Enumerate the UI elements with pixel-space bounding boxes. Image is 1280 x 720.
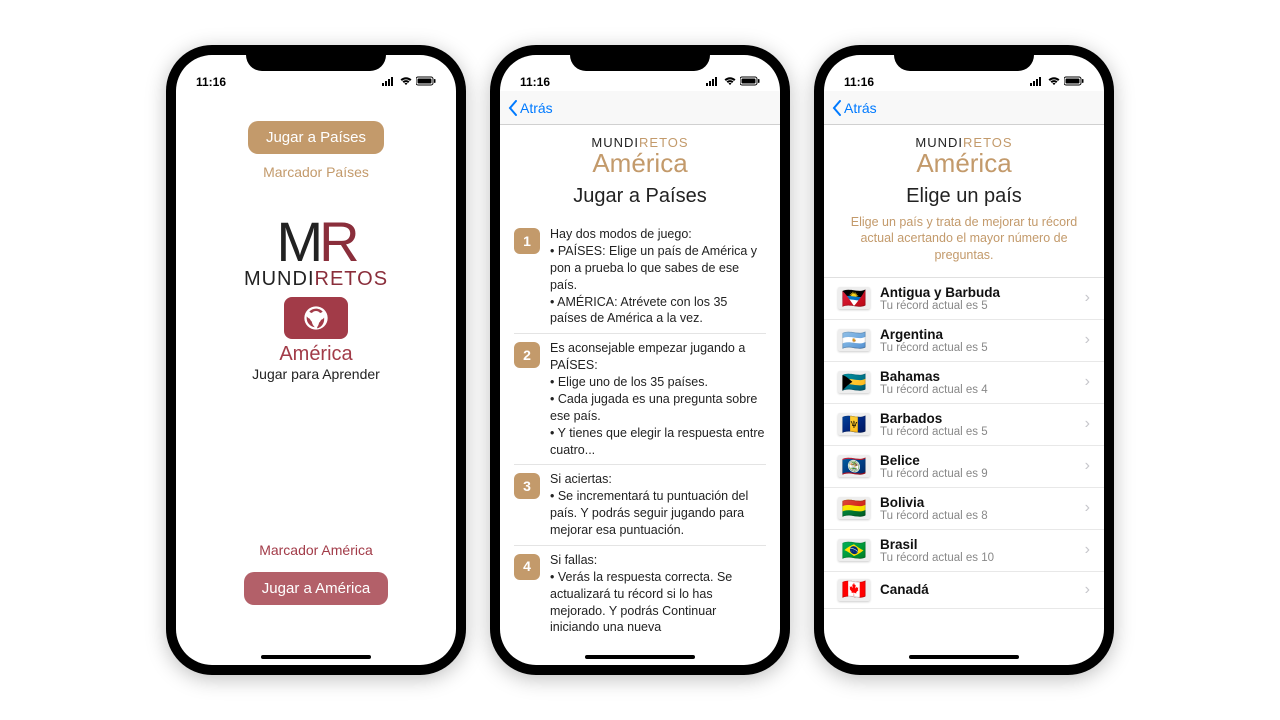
rule-text: Es aconsejable empezar jugando a PAÍSES:…: [550, 340, 766, 458]
phone-home: 11:16 Jugar a Países Marcador Países MR …: [166, 45, 466, 675]
play-countries-button[interactable]: Jugar a Países: [248, 121, 384, 154]
home-indicator: [909, 655, 1019, 659]
phone-rules: 11:16 Atrás MUNDIRETOS América Jugar a P…: [490, 45, 790, 675]
wifi-icon: [1047, 75, 1061, 89]
chevron-right-icon: ›: [1085, 373, 1090, 391]
chevron-left-icon: [832, 100, 842, 116]
country-record: Tu récord actual es 5: [880, 426, 1075, 438]
wifi-icon: [399, 75, 413, 89]
back-label: Atrás: [844, 100, 877, 116]
rule-text: Si aciertas: • Se incrementará tu puntua…: [550, 471, 766, 539]
country-row[interactable]: 🇧🇴 BoliviaTu récord actual es 8 ›: [824, 488, 1104, 530]
rule-number: 4: [514, 554, 540, 580]
country-record: Tu récord actual es 5: [880, 342, 1075, 354]
score-countries-link[interactable]: Marcador Países: [263, 164, 369, 180]
play-america-button[interactable]: Jugar a América: [244, 572, 388, 605]
chevron-right-icon: ›: [1085, 289, 1090, 307]
country-name: Antigua y Barbuda: [880, 285, 1075, 300]
back-label: Atrás: [520, 100, 553, 116]
score-america-link[interactable]: Marcador América: [259, 542, 373, 558]
country-name: Bahamas: [880, 369, 1075, 384]
country-name: Belice: [880, 453, 1075, 468]
signal-icon: [706, 75, 720, 89]
rule-number: 2: [514, 342, 540, 368]
country-name: Brasil: [880, 537, 1075, 552]
rule-number: 1: [514, 228, 540, 254]
status-time: 11:16: [844, 75, 874, 89]
flag-icon: 🇧🇷: [838, 539, 870, 561]
flag-icon: 🇧🇴: [838, 497, 870, 519]
country-row[interactable]: 🇨🇦 Canadá ›: [824, 572, 1104, 609]
battery-icon: [416, 75, 436, 89]
rule-number: 3: [514, 473, 540, 499]
battery-icon: [740, 75, 760, 89]
rule-text: Hay dos modos de juego: • PAÍSES: Elige …: [550, 226, 766, 327]
country-name: Canadá: [880, 582, 1075, 597]
rule-item: 2 Es aconsejable empezar jugando a PAÍSES…: [514, 333, 766, 464]
globe-icon: [284, 297, 348, 339]
flag-icon: 🇧🇿: [838, 455, 870, 477]
back-button[interactable]: Atrás: [832, 100, 877, 116]
status-time: 11:16: [196, 75, 226, 89]
status-time: 11:16: [520, 75, 550, 89]
flag-icon: 🇦🇬: [838, 287, 870, 309]
logo-tagline: Jugar para Aprender: [252, 366, 380, 382]
country-record: Tu récord actual es 9: [880, 468, 1075, 480]
country-row[interactable]: 🇧🇷 BrasilTu récord actual es 10 ›: [824, 530, 1104, 572]
home-indicator: [261, 655, 371, 659]
signal-icon: [382, 75, 396, 89]
chevron-left-icon: [508, 100, 518, 116]
logo-wordmark: MUNDIRETOS: [244, 268, 388, 291]
rule-item: 3 Si aciertas: • Se incrementará tu puntu…: [514, 464, 766, 545]
flag-icon: 🇧🇧: [838, 413, 870, 435]
country-row[interactable]: 🇧🇧 BarbadosTu récord actual es 5 ›: [824, 404, 1104, 446]
rule-item: 4 Si fallas: • Verás la respuesta correct…: [514, 545, 766, 642]
country-name: Bolivia: [880, 495, 1075, 510]
country-name: Argentina: [880, 327, 1075, 342]
chevron-right-icon: ›: [1085, 457, 1090, 475]
home-indicator: [585, 655, 695, 659]
device-notch: [246, 45, 386, 71]
flag-icon: 🇦🇷: [838, 329, 870, 351]
brand-region: América: [500, 148, 780, 179]
country-row[interactable]: 🇧🇿 BeliceTu récord actual es 9 ›: [824, 446, 1104, 488]
phone-country-list: 11:16 Atrás MUNDIRETOS América Elige un …: [814, 45, 1114, 675]
country-record: Tu récord actual es 10: [880, 552, 1075, 564]
chevron-right-icon: ›: [1085, 541, 1090, 559]
logo-initials: MR: [276, 214, 355, 270]
country-row[interactable]: 🇦🇷 ArgentinaTu récord actual es 5 ›: [824, 320, 1104, 362]
country-name: Barbados: [880, 411, 1075, 426]
flag-icon: 🇧🇸: [838, 371, 870, 393]
chevron-right-icon: ›: [1085, 581, 1090, 599]
chevron-right-icon: ›: [1085, 331, 1090, 349]
wifi-icon: [723, 75, 737, 89]
country-record: Tu récord actual es 4: [880, 384, 1075, 396]
signal-icon: [1030, 75, 1044, 89]
country-record: Tu récord actual es 8: [880, 510, 1075, 522]
flag-icon: 🇨🇦: [838, 579, 870, 601]
rule-item: 1 Hay dos modos de juego: • PAÍSES: Elige…: [514, 220, 766, 333]
country-row[interactable]: 🇧🇸 BahamasTu récord actual es 4 ›: [824, 362, 1104, 404]
page-title: Elige un país: [838, 185, 1090, 208]
device-notch: [894, 45, 1034, 71]
country-record: Tu récord actual es 5: [880, 300, 1075, 312]
country-row[interactable]: 🇦🇬 Antigua y BarbudaTu récord actual es 5…: [824, 278, 1104, 320]
logo-region: América: [279, 343, 352, 366]
page-title: Jugar a Países: [500, 185, 780, 208]
battery-icon: [1064, 75, 1084, 89]
rule-text: Si fallas: • Verás la respuesta correcta…: [550, 552, 766, 636]
device-notch: [570, 45, 710, 71]
chevron-right-icon: ›: [1085, 415, 1090, 433]
brand-region: América: [838, 148, 1090, 179]
chevron-right-icon: ›: [1085, 499, 1090, 517]
page-hint: Elige un país y trata de mejorar tu réco…: [838, 214, 1090, 263]
back-button[interactable]: Atrás: [508, 100, 553, 116]
